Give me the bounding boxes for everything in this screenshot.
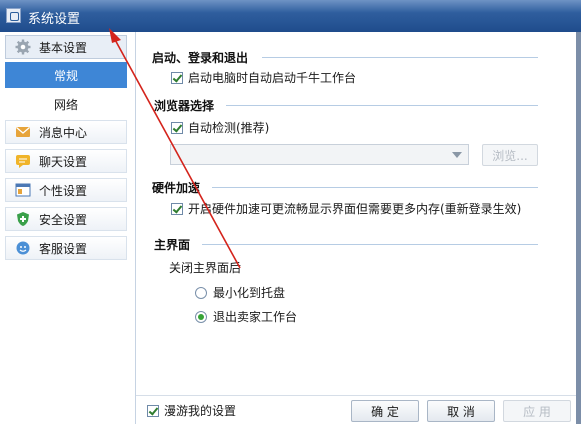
radio-minimize-to-tray[interactable]: 最小化到托盘 [195, 284, 285, 301]
window-frame-right [576, 32, 581, 424]
checkbox-label: 开启硬件加速可更流畅显示界面但需要更多内存(重新登录生效) [188, 202, 522, 216]
ok-button[interactable]: 确 定 [351, 400, 419, 422]
sidebar-item-chat-settings[interactable]: 聊天设置 [5, 149, 127, 173]
window-icon [15, 182, 31, 198]
section-title-main-ui: 主界面 [154, 238, 191, 252]
title-bar[interactable]: 系统设置 [0, 0, 581, 32]
checkbox-label: 自动检测(推荐) [188, 121, 270, 135]
radio-label: 退出卖家工作台 [213, 310, 298, 324]
browse-button[interactable]: 浏览... [482, 144, 538, 166]
chevron-down-icon[interactable] [452, 152, 462, 158]
service-icon [15, 240, 31, 256]
sidebar-item-label: 安全设置 [39, 212, 88, 227]
sidebar-item-label: 基本设置 [39, 40, 88, 55]
sidebar-subitem-general[interactable]: 常规 [5, 62, 127, 88]
radio-button[interactable] [195, 310, 207, 323]
auto-detect-checkbox[interactable]: 自动检测(推荐) [171, 119, 269, 136]
auto-start-checkbox[interactable]: 启动电脑时自动启动千牛工作台 [171, 69, 356, 86]
radio-button[interactable] [195, 286, 207, 299]
mail-icon [15, 124, 31, 140]
radio-label: 最小化到托盘 [213, 286, 286, 300]
roam-settings-checkbox[interactable]: 漫游我的设置 [147, 402, 236, 419]
close-behavior-label: 关闭主界面后 [169, 261, 242, 275]
sidebar-item-label: 客服设置 [39, 241, 88, 256]
cancel-button[interactable]: 取 消 [427, 400, 495, 422]
shield-icon [15, 211, 31, 227]
section-divider [262, 57, 538, 58]
checkbox-box[interactable] [171, 71, 183, 84]
checkbox-box[interactable] [171, 121, 183, 134]
section-title-hardware: 硬件加速 [152, 181, 201, 195]
sidebar-item-customer-service[interactable]: 客服设置 [5, 236, 127, 260]
sidebar-item-personalize[interactable]: 个性设置 [5, 178, 127, 202]
section-divider [212, 187, 538, 188]
sidebar-item-security[interactable]: 安全设置 [5, 207, 127, 231]
section-title-startup: 启动、登录和退出 [152, 51, 249, 65]
section-divider [226, 105, 538, 106]
checkbox-label: 漫游我的设置 [164, 404, 237, 418]
sidebar-item-label: 个性设置 [39, 183, 88, 198]
checkbox-label: 启动电脑时自动启动千牛工作台 [188, 71, 357, 85]
hardware-accel-checkbox[interactable]: 开启硬件加速可更流畅显示界面但需要更多内存(重新登录生效) [171, 200, 521, 217]
sidebar-item-label: 聊天设置 [39, 154, 88, 169]
chat-icon [15, 153, 31, 169]
window-title: 系统设置 [28, 12, 81, 27]
sidebar-item-message-center[interactable]: 消息中心 [5, 120, 127, 144]
checkbox-box[interactable] [147, 404, 159, 417]
checkbox-box[interactable] [171, 202, 183, 215]
sidebar-subitem-network[interactable]: 网络 [5, 91, 127, 117]
gear-icon [15, 39, 31, 55]
apply-button[interactable]: 应 用 [503, 400, 571, 422]
settings-sidebar: 基本设置 常规 网络 消息中心 聊天设置 个性设置 安全设置 客服设置 [0, 32, 136, 424]
radio-exit-workbench[interactable]: 退出卖家工作台 [195, 308, 297, 325]
app-icon [6, 8, 21, 23]
sidebar-item-label: 消息中心 [39, 125, 88, 140]
browser-select[interactable] [170, 144, 469, 165]
section-title-browser: 浏览器选择 [154, 99, 215, 113]
sidebar-item-basic[interactable]: 基本设置 [5, 35, 127, 59]
section-divider [202, 244, 538, 245]
